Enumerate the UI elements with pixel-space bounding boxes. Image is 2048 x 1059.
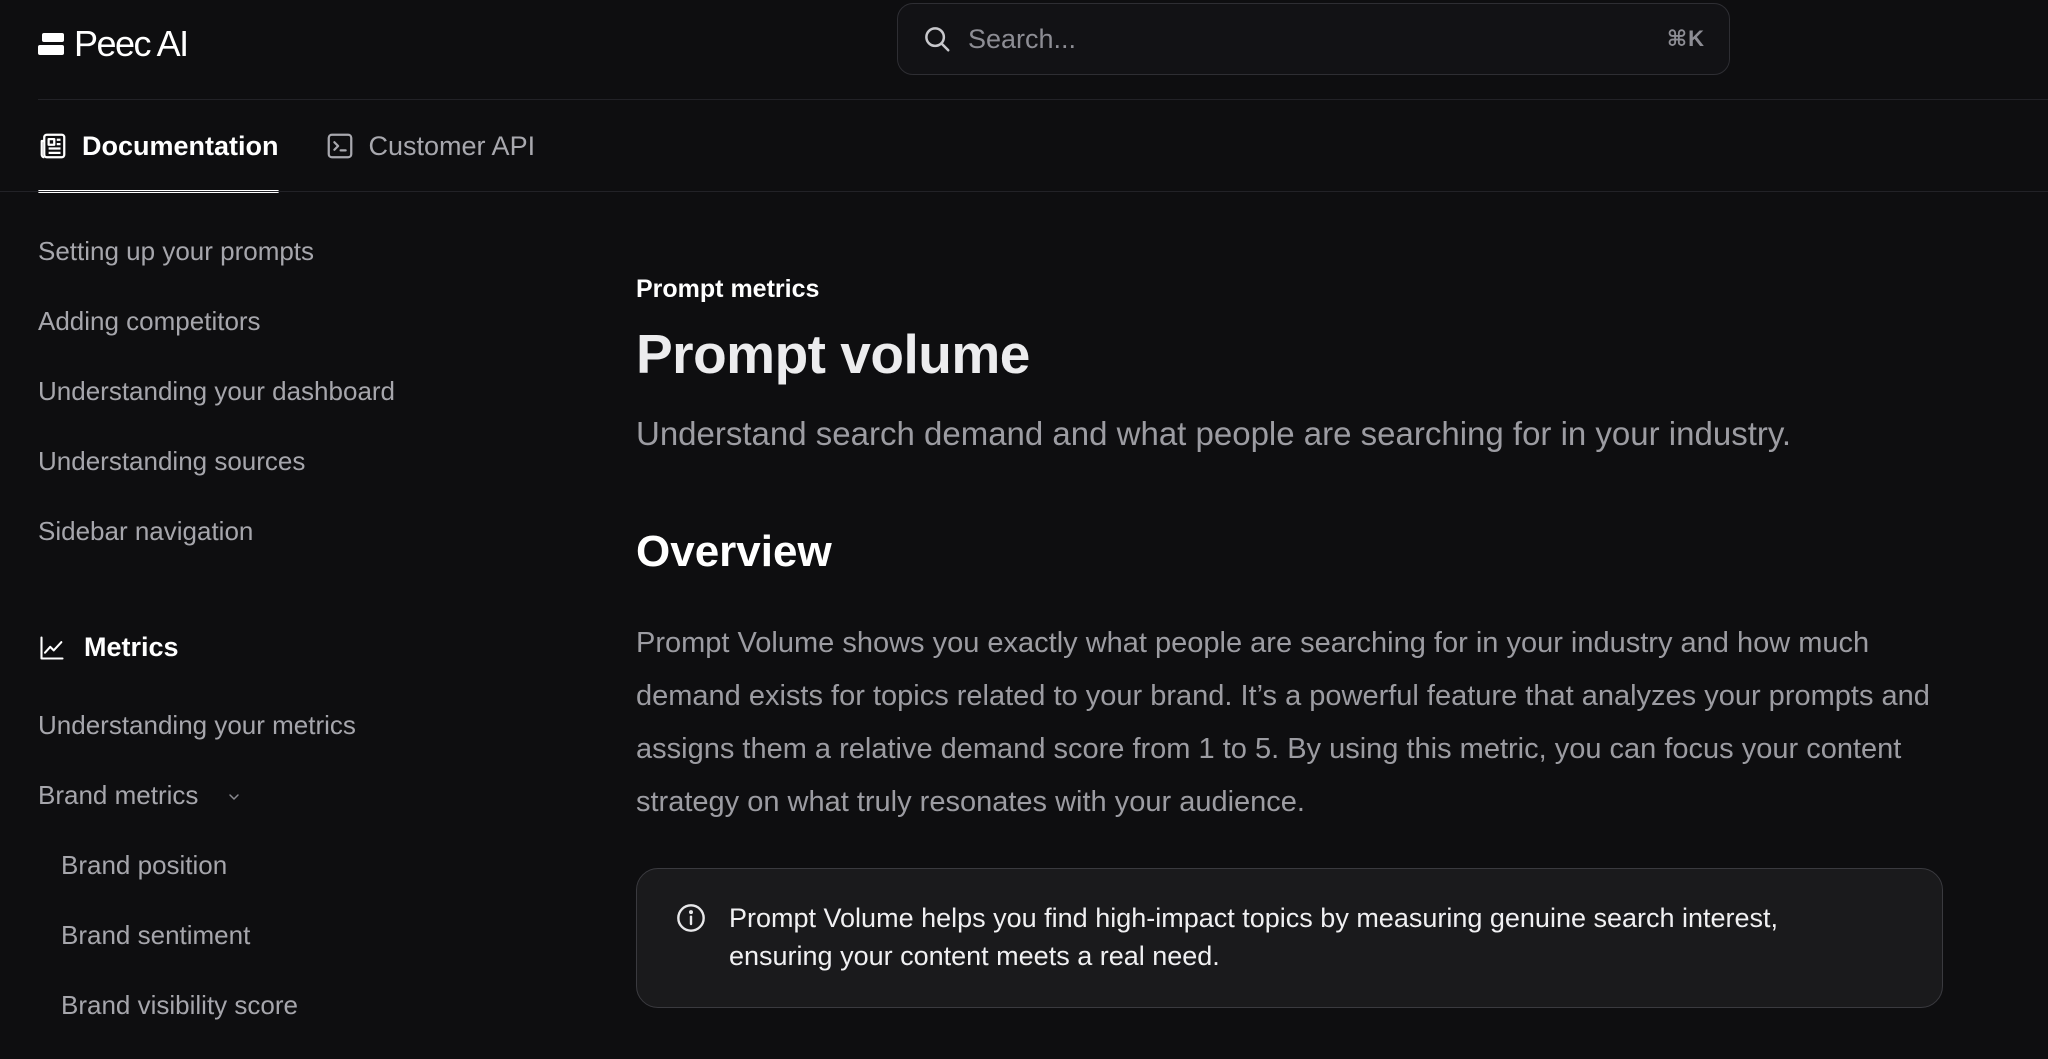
section-eyebrow: Prompt metrics — [636, 275, 820, 303]
tab-documentation[interactable]: Documentation — [38, 100, 279, 193]
sidebar-item-understanding-sources[interactable]: Understanding sources — [38, 446, 305, 477]
top-tabs: Documentation Customer API — [38, 100, 536, 193]
tab-label: Documentation — [82, 130, 279, 161]
brand-name: Peec AI — [74, 23, 189, 64]
logo[interactable]: Peec AI — [38, 23, 189, 64]
page-subtitle: Understand search demand and what people… — [636, 415, 1792, 452]
sidebar-section-label: Metrics — [84, 632, 179, 662]
tab-label: Customer API — [368, 130, 536, 161]
callout-text: Prompt Volume helps you find high-impact… — [729, 903, 1779, 971]
overview-heading: Overview — [636, 527, 832, 576]
search-shortcut: ⌘K — [1666, 26, 1705, 51]
sidebar-item-brand-sentiment[interactable]: Brand sentiment — [61, 920, 250, 951]
newspaper-icon — [40, 133, 66, 159]
info-icon — [677, 904, 705, 932]
sidebar-item-sidebar-navigation[interactable]: Sidebar navigation — [38, 516, 253, 547]
sidebar-item-setting-up-prompts[interactable]: Setting up your prompts — [38, 236, 314, 267]
overview-paragraph: Prompt Volume shows you exactly what peo… — [636, 627, 1930, 818]
terminal-icon — [327, 133, 352, 159]
sidebar-item-understanding-metrics[interactable]: Understanding your metrics — [38, 710, 356, 741]
tabs-divider — [0, 191, 2048, 192]
line-chart-icon — [40, 635, 64, 660]
sidebar-item-brand-visibility-score[interactable]: Brand visibility score — [61, 990, 298, 1021]
search-box[interactable]: ⌘K — [897, 3, 1730, 75]
sidebar-group-label: Brand metrics — [38, 780, 199, 810]
search-input[interactable] — [968, 23, 1667, 55]
chevron-down-icon — [228, 794, 239, 800]
sidebar-item-brand-position[interactable]: Brand position — [61, 850, 227, 881]
sidebar-section-metrics: Metrics — [38, 632, 179, 663]
logo-mark-icon — [38, 31, 64, 57]
top-bar: Peec AI ⌘K — [0, 0, 2048, 100]
tab-customer-api[interactable]: Customer API — [325, 100, 536, 192]
sidebar-item-adding-competitors[interactable]: Adding competitors — [38, 306, 261, 337]
search-icon — [925, 27, 950, 52]
info-callout: Prompt Volume helps you find high-impact… — [636, 868, 1943, 1008]
page-title: Prompt volume — [636, 323, 1030, 385]
sidebar-item-understanding-dashboard[interactable]: Understanding your dashboard — [38, 376, 395, 407]
sidebar-group-brand-metrics[interactable]: Brand metrics — [38, 780, 242, 811]
